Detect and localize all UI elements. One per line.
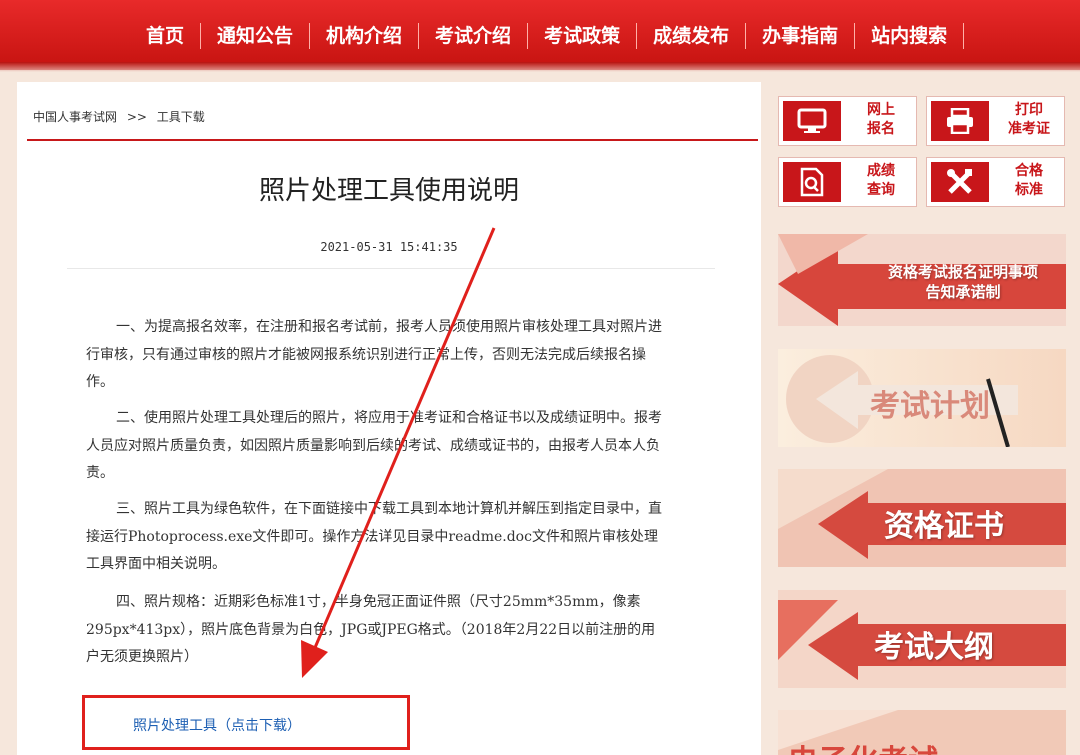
nav-item-search[interactable]: 站内搜索 (855, 23, 965, 49)
quick-pass-standard-label: 合格 标准 (1015, 163, 1043, 198)
banner-qualification-certificate-text: 资格证书 (884, 509, 1004, 544)
banner-electronic-exam-text: 电子化考试 (788, 736, 938, 755)
breadcrumb: 中国人事考试网 >> 工具下载 (33, 108, 211, 125)
breadcrumb-current[interactable]: 工具下载 (157, 110, 205, 124)
article-title: 照片处理工具使用说明 (258, 176, 519, 206)
quick-print-admission[interactable]: 打印 准考证 (926, 96, 1065, 146)
banner-exam-plan[interactable]: 考试计划 (778, 349, 1066, 447)
quick-online-registration[interactable]: 网上 报名 (778, 96, 917, 146)
monitor-icon (783, 101, 841, 141)
printer-icon (931, 101, 989, 141)
nav-shadow (0, 62, 1080, 72)
article-paragraph-4: 四、照片规格：近期彩色标准1寸，半身免冠正面证件照（尺寸25mm*35mm，像素… (86, 594, 656, 665)
article-date: 2021-05-31 15:41:35 (320, 240, 458, 254)
banner-exam-syllabus[interactable]: 考试大纲 (778, 590, 1066, 688)
nav-item-results[interactable]: 成绩发布 (637, 23, 747, 49)
banner-qualification-certificate[interactable]: 资格证书 (778, 469, 1066, 567)
date-divider (67, 268, 715, 269)
nav-item-notices[interactable]: 通知公告 (201, 23, 311, 49)
quick-score-query[interactable]: 成绩 查询 (778, 157, 917, 207)
breadcrumb-home-link[interactable]: 中国人事考试网 (33, 110, 117, 124)
article-paragraph-3: 三、照片工具为绿色软件，在下面链接中下载工具到本地计算机并解压到指定目录中，直接… (86, 501, 662, 572)
breadcrumb-divider (27, 139, 758, 141)
nav-item-policy[interactable]: 考试政策 (528, 23, 638, 49)
quick-score-query-label: 成绩 查询 (867, 163, 895, 198)
banner-registration-commitment-text: 资格考试报名证明事项 告知承诺制 (887, 263, 1038, 301)
banner-electronic-exam[interactable]: 电子化考试 (778, 710, 1066, 755)
banner-registration-commitment[interactable]: 资格考试报名证明事项 告知承诺制 (778, 234, 1066, 326)
nav-item-home[interactable]: 首页 (130, 23, 202, 49)
tools-icon (931, 162, 989, 202)
nav-menu: 首页 通知公告 机构介绍 考试介绍 考试政策 成绩发布 办事指南 站内搜索 (130, 16, 965, 56)
breadcrumb-separator: >> (126, 110, 147, 124)
download-link[interactable]: 照片处理工具（点击下载） (133, 715, 301, 735)
quick-print-admission-label: 打印 准考证 (1008, 102, 1050, 137)
top-nav-bar: 首页 通知公告 机构介绍 考试介绍 考试政策 成绩发布 办事指南 站内搜索 (0, 0, 1080, 72)
banner-exam-syllabus-text: 考试大纲 (874, 630, 994, 665)
banner-exam-plan-text: 考试计划 (870, 389, 990, 424)
document-search-icon (783, 162, 841, 202)
quick-pass-standard[interactable]: 合格 标准 (926, 157, 1065, 207)
article-paragraph-1: 一、为提高报名效率，在注册和报名考试前，报考人员须使用照片审核处理工具对照片进行… (86, 319, 662, 390)
nav-item-guide[interactable]: 办事指南 (746, 23, 856, 49)
quick-online-registration-label: 网上 报名 (867, 102, 895, 137)
nav-item-about[interactable]: 机构介绍 (310, 23, 420, 49)
nav-item-exam-intro[interactable]: 考试介绍 (419, 23, 529, 49)
article-paragraph-2: 二、使用照片处理工具处理后的照片，将应用于准考证和合格证书以及成绩证明中。报考人… (86, 410, 662, 481)
